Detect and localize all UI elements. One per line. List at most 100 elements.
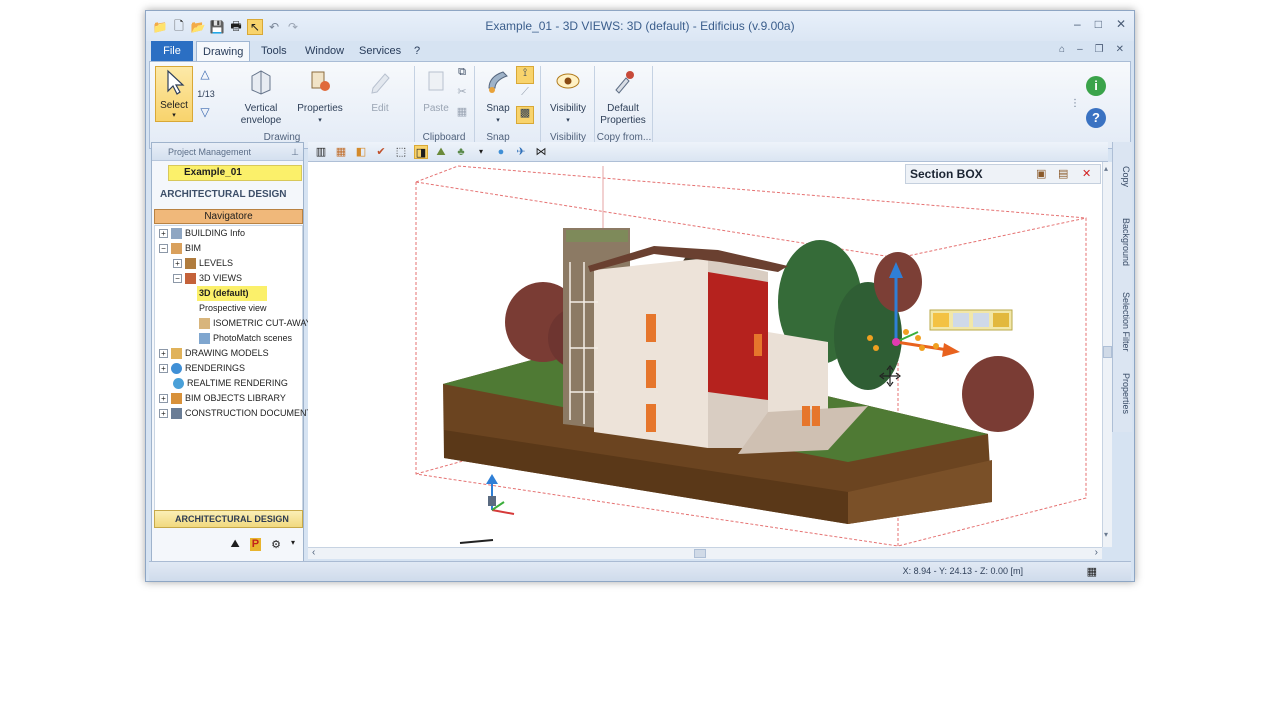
layers-icon[interactable]: ⛰ xyxy=(231,538,240,551)
eyedropper-icon xyxy=(615,71,634,94)
horizontal-scrollbar[interactable]: ‹ › xyxy=(308,547,1102,559)
section-box-settings-icon[interactable]: ▣ xyxy=(1036,167,1046,180)
vertical-envelope-button[interactable]: Vertical envelope xyxy=(230,66,292,127)
expand-icon[interactable]: + xyxy=(159,409,168,419)
properties-button[interactable]: Properties ▾ xyxy=(295,66,345,127)
tab-background[interactable]: Background xyxy=(1115,212,1131,272)
close-button[interactable]: ✕ xyxy=(1116,17,1126,31)
tree-item-prospective-view[interactable]: Prospective view xyxy=(199,301,267,316)
photomatch-icon xyxy=(199,333,210,345)
snap-button[interactable]: Snap ▾ xyxy=(480,66,516,127)
tab-file[interactable]: File xyxy=(151,41,193,61)
default-properties-button[interactable]: Default Properties xyxy=(598,66,648,127)
trees-icon[interactable]: ♣ xyxy=(454,145,468,159)
p-badge-icon[interactable]: P xyxy=(249,538,262,551)
3d-model-scene[interactable] xyxy=(308,162,1102,547)
edit-button[interactable]: Edit xyxy=(360,66,400,115)
tree-item-construction-documents[interactable]: + CONSTRUCTION DOCUMENTS xyxy=(159,406,318,421)
tab-drawing[interactable]: Drawing xyxy=(196,41,251,62)
snap-grid-icon[interactable]: ▩ xyxy=(516,106,534,124)
tree-item-levels[interactable]: + LEVELS xyxy=(173,256,233,271)
tree-item-realtime-rendering[interactable]: REALTIME RENDERING xyxy=(173,376,288,391)
expand-icon[interactable]: + xyxy=(159,394,168,404)
walkthrough-icon[interactable]: ✈ xyxy=(514,145,528,159)
collapse-icon[interactable]: − xyxy=(173,274,182,284)
tab-properties[interactable]: Properties xyxy=(1115,368,1131,420)
ribbon-overflow-icon[interactable]: ⋮ xyxy=(1070,98,1080,110)
snap-endpoint-icon[interactable]: ⟟ xyxy=(516,66,534,84)
architectural-design-tab[interactable]: ARCHITECTURAL DESIGN xyxy=(154,510,303,528)
ribbon-separator xyxy=(652,66,653,146)
home-icon[interactable]: ⌂ xyxy=(1059,44,1065,55)
snap-line-icon[interactable]: ⟋ xyxy=(516,86,534,98)
paste-label: Paste xyxy=(423,103,449,114)
tree-label: DRAWING MODELS xyxy=(185,348,269,358)
ribbon-tabs: File Drawing Tools Window Services ? ⌂ –… xyxy=(146,41,1134,62)
section-box-toggle-icon[interactable]: ◨ xyxy=(414,144,428,159)
ribbon-separator xyxy=(594,66,595,146)
gizmo-toolbar[interactable] xyxy=(929,309,1013,331)
select-label: Select xyxy=(160,100,188,111)
render-icon[interactable]: ◧ xyxy=(354,145,368,159)
maximize-button[interactable]: □ xyxy=(1095,17,1102,31)
copy-icon[interactable]: ⧉ xyxy=(454,66,470,78)
tree-item-3d-views[interactable]: − 3D VIEWS xyxy=(173,271,242,286)
tree-label: BIM xyxy=(185,243,202,253)
tree-item-isometric-cut-away[interactable]: ISOMETRIC CUT-AWAY xyxy=(199,316,312,331)
collapse-icon[interactable]: − xyxy=(159,244,168,254)
terrain-icon[interactable]: ⛰ xyxy=(434,145,448,159)
cut-icon[interactable]: ✂ xyxy=(454,86,470,98)
section-box-reset-icon[interactable]: ▤ xyxy=(1058,167,1068,180)
texture-icon[interactable]: ▦ xyxy=(334,145,348,159)
bim-folder-icon xyxy=(171,243,182,255)
doc-restore-button[interactable]: ❐ xyxy=(1095,44,1104,55)
tree-item-building-info[interactable]: + BUILDING Info xyxy=(159,226,245,241)
tree-item-3d-default[interactable]: 3D (default) xyxy=(197,286,267,301)
share-icon[interactable]: ⋈ xyxy=(534,145,548,159)
settings-icon[interactable]: ⚙ xyxy=(271,538,281,551)
tree-item-bim[interactable]: − BIM xyxy=(159,241,201,256)
split-view-icon[interactable]: ▥ xyxy=(314,145,328,159)
default-properties-label-2: Properties xyxy=(600,115,646,126)
help-icon[interactable]: ? xyxy=(1086,108,1106,128)
tab-selection-filter[interactable]: Selection Filter xyxy=(1115,288,1131,356)
tree-item-renderings[interactable]: + RENDERINGS xyxy=(159,361,245,376)
window-controls: – □ ✕ xyxy=(1074,17,1126,31)
zoom-window-icon[interactable]: ⬚ xyxy=(394,145,408,159)
expand-icon[interactable]: + xyxy=(159,349,168,359)
tab-tools[interactable]: Tools xyxy=(255,41,293,61)
expand-icon[interactable]: + xyxy=(159,364,168,374)
tree-item-bim-objects-library[interactable]: + BIM OBJECTS LIBRARY xyxy=(159,391,286,406)
vertical-scrollbar[interactable]: ▴ ▾ xyxy=(1102,162,1112,547)
minimize-button[interactable]: – xyxy=(1074,17,1081,31)
expand-icon[interactable]: + xyxy=(173,259,182,269)
dropdown-chevron-icon[interactable]: ▾ xyxy=(291,538,295,551)
tab-window[interactable]: Window xyxy=(299,41,350,61)
expand-icon[interactable]: + xyxy=(159,229,168,239)
tab-help[interactable]: ? xyxy=(408,41,426,61)
tab-services[interactable]: Services xyxy=(353,41,407,61)
previous-arrow-icon[interactable]: △ xyxy=(197,68,213,80)
doc-minimize-button[interactable]: – xyxy=(1077,44,1083,55)
building-icon xyxy=(171,228,182,240)
dropdown-icon[interactable]: ▾ xyxy=(474,145,488,159)
visibility-button[interactable]: Visibility ▾ xyxy=(544,66,592,127)
status-settings-icon[interactable]: ▦ xyxy=(1087,565,1097,578)
tree-item-drawing-models[interactable]: + DRAWING MODELS xyxy=(159,346,269,361)
section-box-close-icon[interactable]: ✕ xyxy=(1082,167,1091,180)
sphere-icon[interactable]: ● xyxy=(494,145,508,159)
tree-item-photomatch[interactable]: PhotoMatch scenes xyxy=(199,331,292,346)
3d-viewport[interactable]: Section BOX ▣ ▤ ✕ xyxy=(308,162,1102,547)
next-arrow-icon[interactable]: ▽ xyxy=(197,106,213,118)
doc-close-button[interactable]: ✕ xyxy=(1116,44,1124,55)
select-button[interactable]: Select ▾ xyxy=(155,66,193,122)
title-bar: 📁 🗋 📂 💾 🖶 ↖ ↶ ↷ Example_01 - 3D VIEWS: 3… xyxy=(146,11,1134,41)
pin-icon[interactable]: ⊥ xyxy=(291,143,299,161)
navigator-bar[interactable]: Navigatore xyxy=(154,209,303,224)
tab-copy[interactable]: Copy xyxy=(1115,160,1131,194)
paste-special-icon[interactable]: ▦ xyxy=(454,106,470,118)
project-name[interactable]: Example_01 xyxy=(168,165,302,181)
info-icon[interactable]: i xyxy=(1086,76,1106,96)
paste-button[interactable]: Paste xyxy=(418,66,454,115)
check-icon[interactable]: ✔ xyxy=(374,145,388,159)
